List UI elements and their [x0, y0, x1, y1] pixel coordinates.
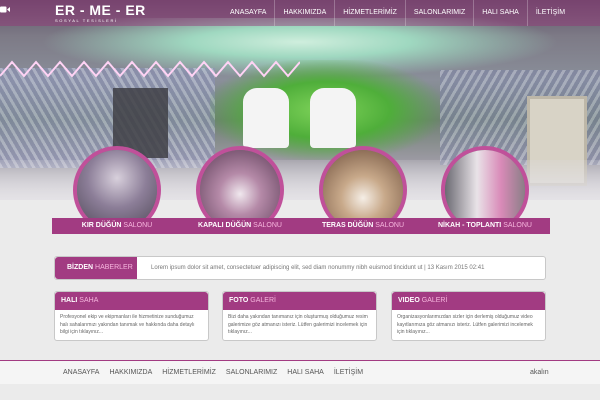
logo-brand: ER - ME - ER — [55, 2, 146, 18]
box-title: VIDEO — [398, 297, 420, 304]
footer-nav: ANASAYFA HAKKIMIZDA HİZMETLERİMİZ SALONL… — [58, 361, 368, 376]
nav-item-services[interactable]: HİZMETLERİMİZ — [334, 0, 405, 26]
hall-accent: SALONU — [253, 222, 282, 229]
news-title: BİZDEN — [67, 264, 94, 271]
box-accent: SAHA — [79, 297, 99, 304]
hall-card-ceremony[interactable]: NİKAH - TOPLANTI SALONU — [420, 146, 550, 234]
info-box-video-gallery[interactable]: VIDEO GALERİ Organizasyonlarımızdan sizl… — [391, 291, 546, 341]
info-box-header: HALI SAHA — [55, 292, 208, 310]
hall-label-ceremony: NİKAH - TOPLANTI SALONU — [420, 218, 550, 234]
hero-neon-zigzag — [0, 60, 300, 78]
hall-accent: SALONU — [375, 222, 405, 229]
hall-accent: SALONU — [123, 222, 153, 229]
footer-link-services[interactable]: HİZMETLERİMİZ — [157, 361, 221, 376]
news-ticker: BİZDEN HABERLER Lorem ipsum dolor sit am… — [54, 256, 546, 280]
site-logo[interactable]: ER - ME - ER SOSYAL TESİSLERİ — [55, 3, 146, 23]
nav-item-contact[interactable]: İLETİŞİM — [526, 0, 573, 26]
nav-item-football-field[interactable]: HALI SAHA — [473, 0, 527, 26]
nav-item-home[interactable]: ANASAYFA — [222, 0, 274, 26]
info-box-photo-gallery[interactable]: FOTO GALERİ Bizi daha yakından tanımanız… — [222, 291, 377, 341]
nav-item-halls[interactable]: SALONLARIMIZ — [404, 0, 473, 26]
footer-link-contact[interactable]: İLETİŞİM — [329, 361, 368, 376]
footer-link-about[interactable]: HAKKIMIZDA — [104, 361, 157, 376]
info-box-football-field[interactable]: HALI SAHA Profesyonel ekip ve ekipmanlar… — [54, 291, 209, 341]
hall-accent: SALONU — [503, 222, 532, 229]
info-box-text: Profesyonel ekip ve ekipmanları ile hizm… — [60, 314, 195, 335]
hall-title: KAPALI DÜĞÜN — [198, 222, 252, 229]
news-tag: BİZDEN HABERLER — [55, 257, 137, 279]
info-box-text: Bizi daha yakından tanımanız için oluştu… — [228, 314, 368, 335]
main-nav: ANASAYFA HAKKIMIZDA HİZMETLERİMİZ SALONL… — [222, 0, 573, 26]
video-camera-icon — [0, 6, 10, 13]
hall-title: NİKAH - TOPLANTI — [437, 222, 502, 229]
footer: ANASAYFA HAKKIMIZDA HİZMETLERİMİZ SALONL… — [0, 360, 600, 384]
footer-credit[interactable]: akalın — [530, 369, 549, 376]
footer-link-halls[interactable]: SALONLARIMIZ — [221, 361, 282, 376]
box-title: HALI — [61, 297, 78, 304]
info-box-text: Organizasyonlarımızdan sizler için derle… — [397, 314, 533, 335]
hero-chair-right — [310, 88, 356, 148]
info-box-header: VIDEO GALERİ — [392, 292, 545, 310]
hall-label-indoor: KAPALI DÜĞÜN SALONU — [175, 218, 305, 234]
box-accent: GALERİ — [250, 297, 276, 304]
hall-card-garden[interactable]: KIR DÜĞÜN SALONU — [52, 146, 182, 234]
box-accent: GALERİ — [421, 297, 448, 304]
hall-title: KIR DÜĞÜN — [81, 222, 122, 229]
box-title: FOTO — [229, 297, 249, 304]
logo-tagline: SOSYAL TESİSLERİ — [55, 18, 118, 23]
footer-link-home[interactable]: ANASAYFA — [58, 361, 104, 376]
nav-item-about[interactable]: HAKKIMIZDA — [274, 0, 334, 26]
hall-label-garden: KIR DÜĞÜN SALONU — [52, 218, 182, 234]
hall-card-indoor[interactable]: KAPALI DÜĞÜN SALONU — [175, 146, 305, 234]
news-accent: HABERLER — [95, 264, 133, 271]
hall-title: TERAS DÜĞÜN — [321, 222, 374, 229]
footer-link-football-field[interactable]: HALI SAHA — [282, 361, 329, 376]
hall-card-terrace[interactable]: TERAS DÜĞÜN SALONU — [298, 146, 428, 234]
page-bottom-strip — [0, 384, 600, 400]
top-navigation-bar: ER - ME - ER SOSYAL TESİSLERİ ANASAYFA H… — [0, 0, 600, 26]
hero-chair-left — [243, 88, 289, 148]
info-box-header: FOTO GALERİ — [223, 292, 376, 310]
news-text[interactable]: Lorem ipsum dolor sit amet, consectetuer… — [151, 257, 484, 279]
hall-label-terrace: TERAS DÜĞÜN SALONU — [298, 218, 428, 234]
